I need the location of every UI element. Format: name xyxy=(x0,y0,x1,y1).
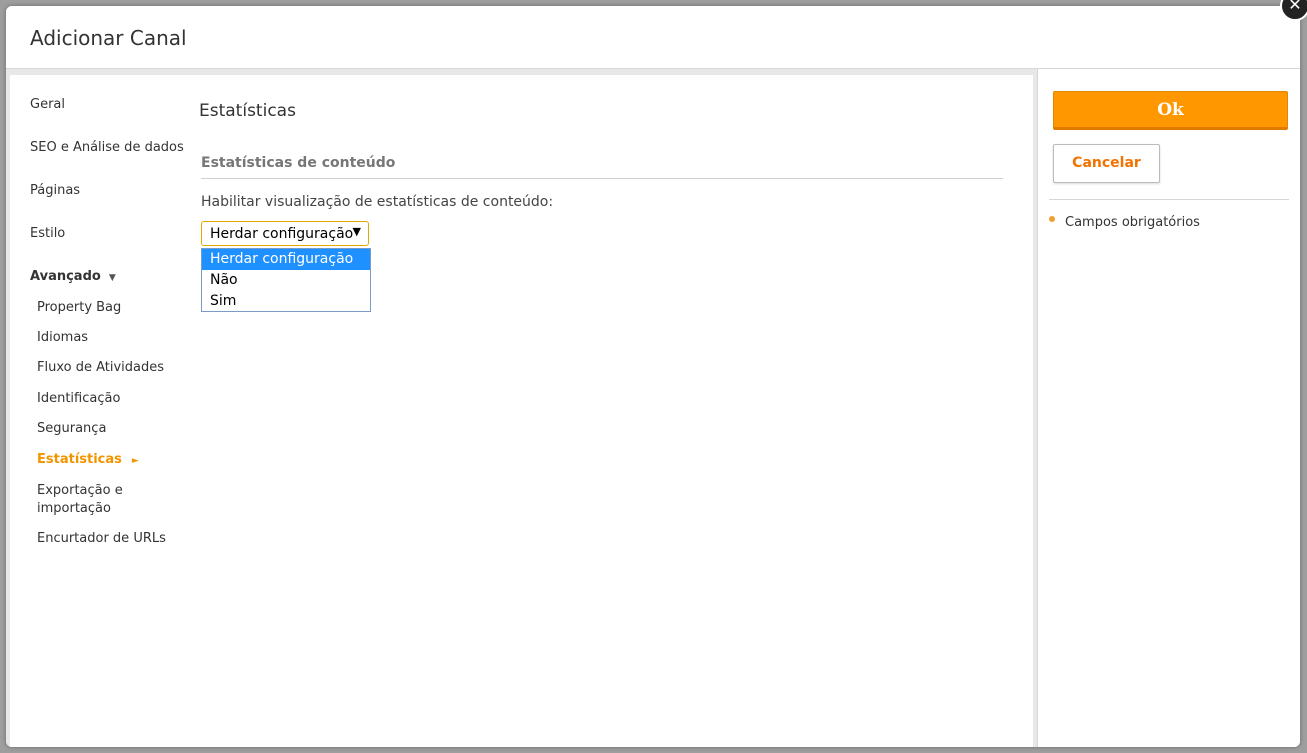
caret-down-icon: ▼ xyxy=(108,273,116,283)
sidebar-item-geral[interactable]: Geral xyxy=(30,97,65,112)
sidebar-item-exportacao[interactable]: Exportação e importação xyxy=(37,482,157,518)
actions-panel: Ok Cancelar Campos obrigatórios xyxy=(1037,69,1300,747)
select-value: Herdar configuração xyxy=(210,226,354,242)
dialog-header: Adicionar Canal xyxy=(6,6,1300,69)
sidebar-item-seguranca[interactable]: Segurança xyxy=(37,420,106,438)
dropdown-arrow-icon: ▼ xyxy=(352,225,361,238)
dialog-body: Geral SEO e Análise de dados Páginas Est… xyxy=(6,69,1300,747)
sidebar-item-seo[interactable]: SEO e Análise de dados xyxy=(30,140,184,155)
sidebar-item-identificacao[interactable]: Identificação xyxy=(37,390,120,408)
add-channel-dialog: Adicionar Canal Geral SEO e Análise de d… xyxy=(6,6,1300,747)
dialog-title: Adicionar Canal xyxy=(30,26,187,50)
sidebar-item-fluxo-atividades[interactable]: Fluxo de Atividades xyxy=(37,359,164,377)
section-divider xyxy=(201,178,1003,179)
sidebar-item-property-bag[interactable]: Property Bag xyxy=(37,299,121,317)
field-label: Habilitar visualização de estatísticas d… xyxy=(201,194,554,210)
option-nao[interactable]: Não xyxy=(202,270,370,291)
sidebar-item-estatisticas-label: Estatísticas xyxy=(37,452,122,467)
sidebar-item-encurtador[interactable]: Encurtador de URLs xyxy=(37,530,166,548)
sidebar-item-avancado-label: Avançado xyxy=(30,269,101,284)
bullet-icon xyxy=(1049,215,1055,222)
required-fields-label: Campos obrigatórios xyxy=(1065,215,1200,230)
cancel-button[interactable]: Cancelar xyxy=(1053,144,1160,183)
subsection-title: Estatísticas de conteúdo xyxy=(201,155,396,171)
select-dropdown-list: Herdar configuração Não Sim xyxy=(201,248,371,312)
option-sim[interactable]: Sim xyxy=(202,291,370,312)
sidebar-item-estatisticas[interactable]: Estatísticas ► xyxy=(37,451,139,470)
arrow-right-icon: ► xyxy=(131,456,139,466)
sidebar-item-avancado[interactable]: Avançado ▼ xyxy=(30,269,116,284)
required-fields-note: Campos obrigatórios xyxy=(1049,215,1200,230)
sidebar-item-estilo[interactable]: Estilo xyxy=(30,226,65,241)
settings-panel: Geral SEO e Análise de dados Páginas Est… xyxy=(10,75,1033,747)
option-herdar[interactable]: Herdar configuração xyxy=(202,249,370,270)
section-title: Estatísticas xyxy=(199,101,296,121)
sidebar-item-idiomas[interactable]: Idiomas xyxy=(37,329,88,347)
statistics-select[interactable]: Herdar configuração ▼ xyxy=(201,221,369,246)
sidebar-item-paginas[interactable]: Páginas xyxy=(30,183,80,198)
ok-button[interactable]: Ok xyxy=(1053,91,1288,130)
actions-divider xyxy=(1049,199,1289,200)
